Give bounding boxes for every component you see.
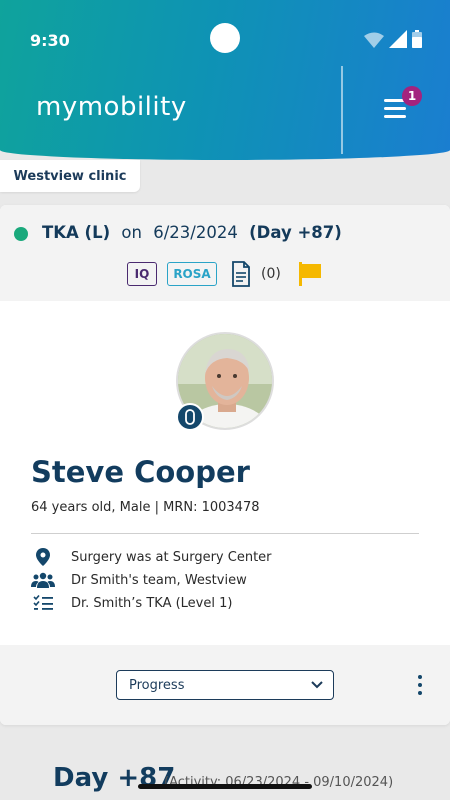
- care-team-row: Dr Smith's team, Westview: [30, 570, 247, 590]
- card-footer: Progress: [0, 645, 450, 725]
- kebab-dot: [418, 675, 422, 679]
- team-icon: [30, 570, 56, 590]
- status-indicator: [14, 227, 28, 241]
- protocol-text: Dr. Smith’s TKA (Level 1): [71, 595, 233, 611]
- status-bar: 9:30: [0, 0, 450, 80]
- rosa-tag[interactable]: ROSA: [167, 262, 217, 286]
- app-header: 9:30 mymobility 1: [0, 0, 450, 160]
- home-indicator[interactable]: [138, 784, 312, 789]
- view-select-value: Progress: [129, 677, 185, 693]
- header-divider: [341, 66, 343, 154]
- chevron-down-icon: [311, 681, 323, 689]
- battery-icon: [412, 30, 422, 48]
- procedure-header: TKA (L) on 6/23/2024 (Day +87) IQ ROSA (…: [0, 205, 450, 301]
- surgery-location-row: Surgery was at Surgery Center: [30, 547, 272, 567]
- kebab-dot: [418, 691, 422, 695]
- checklist-icon: [30, 593, 56, 613]
- wifi-icon: [364, 32, 384, 48]
- document-icon[interactable]: [231, 261, 251, 287]
- clinic-tab[interactable]: Westview clinic: [0, 160, 140, 192]
- kebab-dot: [418, 683, 422, 687]
- procedure-on: on: [121, 223, 142, 242]
- surgery-location-text: Surgery was at Surgery Center: [71, 549, 272, 565]
- procedure-line: TKA (L) on 6/23/2024 (Day +87): [42, 223, 342, 242]
- signal-icon: [389, 30, 407, 48]
- procedure-day: (Day +87): [249, 223, 342, 242]
- flag-icon[interactable]: [297, 262, 323, 286]
- more-options-button[interactable]: [410, 671, 430, 699]
- system-icons: [364, 30, 422, 48]
- patient-card: TKA (L) on 6/23/2024 (Day +87) IQ ROSA (…: [0, 205, 450, 725]
- view-select[interactable]: Progress: [116, 670, 334, 700]
- camera-cutout: [210, 23, 240, 53]
- protocol-row: Dr. Smith’s TKA (Level 1): [30, 593, 232, 613]
- procedure-name: TKA (L): [42, 223, 111, 242]
- status-time: 9:30: [30, 31, 70, 50]
- patient-demographics: 64 years old, Male | MRN: 1003478: [31, 500, 260, 515]
- device-icon: [176, 403, 204, 431]
- patient-name: Steve Cooper: [31, 455, 250, 489]
- care-team-text: Dr Smith's team, Westview: [71, 572, 247, 588]
- procedure-tags: IQ ROSA (0): [127, 261, 323, 287]
- location-pin-icon: [30, 547, 56, 567]
- iq-tag[interactable]: IQ: [127, 262, 157, 286]
- procedure-date: 6/23/2024: [153, 223, 238, 242]
- document-count: (0): [261, 266, 281, 282]
- section-divider: [31, 533, 419, 534]
- app-logo: mymobility: [36, 92, 187, 122]
- notification-badge: 1: [402, 86, 422, 106]
